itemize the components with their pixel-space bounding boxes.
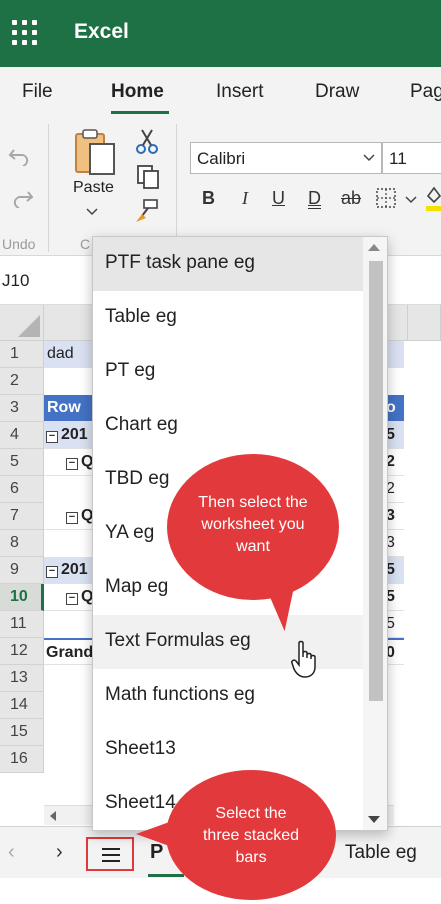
sheet-list-item[interactable]: PT eg — [93, 345, 363, 399]
active-tab-indicator — [111, 111, 169, 114]
chevron-down-icon[interactable] — [86, 208, 98, 216]
grand-total-cell[interactable]: Grand — [44, 638, 94, 665]
undo-icon[interactable] — [8, 144, 34, 166]
row-header[interactable]: 6 — [0, 476, 44, 503]
sheet-list-item[interactable]: PTF task pane eg — [93, 237, 363, 291]
borders-icon[interactable] — [375, 187, 397, 209]
ribbon-tabs: File Home Insert Draw Pag — [0, 67, 441, 116]
redo-icon[interactable] — [8, 186, 34, 208]
scrollbar-thumb[interactable] — [369, 261, 383, 701]
tab-file[interactable]: File — [22, 81, 53, 103]
sheet-tab-table-eg[interactable]: Table eg — [345, 842, 417, 864]
group-divider — [48, 124, 49, 252]
row-header[interactable]: 12 — [0, 638, 44, 665]
all-sheets-button[interactable] — [86, 837, 134, 871]
strikethrough-button[interactable]: ab — [341, 188, 361, 209]
font-size-value: 11 — [389, 149, 407, 168]
row-header[interactable]: 15 — [0, 719, 44, 746]
italic-button[interactable]: I — [242, 188, 248, 209]
scroll-left-icon[interactable] — [48, 810, 58, 822]
collapse-icon[interactable]: − — [46, 566, 58, 578]
tab-home[interactable]: Home — [111, 81, 164, 103]
sheet-list-item[interactable]: Table eg — [93, 291, 363, 345]
app-launcher-icon[interactable] — [12, 20, 38, 46]
font-name-value: Calibri — [197, 149, 246, 168]
pivot-group-cell[interactable]: −201 — [44, 422, 94, 449]
row-header[interactable]: 2 — [0, 368, 44, 395]
dropdown-scrollbar[interactable] — [363, 237, 387, 830]
row-header[interactable]: 7 — [0, 503, 44, 530]
scroll-down-icon[interactable] — [368, 816, 380, 823]
instruction-callout-top: Then select the worksheet you want — [167, 454, 339, 600]
cell-text: 201 — [61, 561, 88, 578]
cut-icon[interactable] — [136, 128, 158, 154]
font-name-select[interactable]: Calibri — [190, 142, 382, 174]
row-header[interactable]: 11 — [0, 611, 44, 638]
fill-color-icon[interactable] — [424, 182, 441, 212]
pivot-subgroup-cell[interactable]: − Q — [44, 503, 94, 530]
column-header[interactable] — [408, 305, 441, 341]
copy-icon[interactable] — [136, 164, 160, 190]
sheet-list-item[interactable]: Text Formulas eg — [93, 615, 363, 669]
title-bar: Excel — [0, 0, 441, 67]
prev-sheet-button[interactable]: ‹ — [8, 841, 15, 864]
chevron-down-icon[interactable] — [405, 196, 417, 204]
row-header[interactable]: 14 — [0, 692, 44, 719]
tab-draw[interactable]: Draw — [315, 81, 359, 103]
row-header[interactable]: 3 — [0, 395, 44, 422]
row-header[interactable]: 8 — [0, 530, 44, 557]
collapse-icon[interactable]: − — [46, 431, 58, 443]
sheet-list-item[interactable]: Math functions eg — [93, 669, 363, 723]
callout-text: Then select the worksheet you want — [198, 494, 308, 555]
scroll-up-icon[interactable] — [368, 244, 380, 251]
instruction-callout-bottom: Select the three stacked bars — [166, 770, 336, 900]
paste-icon[interactable] — [74, 128, 118, 178]
tab-page-layout[interactable]: Pag — [410, 81, 441, 103]
cell-text: 201 — [61, 426, 88, 443]
row-header[interactable]: 4 — [0, 422, 44, 449]
bold-button[interactable]: B — [202, 188, 215, 209]
group-divider — [176, 124, 177, 252]
double-underline-button[interactable]: D — [308, 188, 321, 209]
collapse-icon[interactable]: − — [66, 593, 78, 605]
row-header[interactable]: 1 — [0, 341, 44, 368]
name-box[interactable]: J10 — [2, 271, 29, 291]
cell[interactable]: dad — [44, 341, 94, 368]
tab-insert[interactable]: Insert — [216, 81, 264, 103]
sheet-list-item[interactable]: Sheet13 — [93, 723, 363, 777]
underline-button[interactable]: U — [272, 188, 285, 209]
collapse-icon[interactable]: − — [66, 512, 78, 524]
pivot-header-cell[interactable]: Row — [44, 395, 94, 422]
column-header[interactable] — [44, 305, 94, 341]
undo-group-label: Undo — [2, 236, 36, 252]
format-painter-icon[interactable] — [134, 198, 160, 224]
pivot-group-cell[interactable]: −201 — [44, 557, 94, 584]
font-size-select[interactable]: 11 — [382, 142, 441, 174]
collapse-icon[interactable]: − — [66, 458, 78, 470]
row-header[interactable]: 5 — [0, 449, 44, 476]
row-header[interactable]: 16 — [0, 746, 44, 773]
next-sheet-button[interactable]: › — [56, 841, 63, 864]
paste-label[interactable]: Paste — [73, 179, 114, 197]
pivot-subgroup-cell[interactable]: − Q — [44, 584, 94, 611]
pivot-subgroup-cell[interactable]: − Q — [44, 449, 94, 476]
select-all-corner[interactable] — [0, 305, 44, 341]
chevron-down-icon — [363, 154, 375, 162]
callout-text: Select the three stacked bars — [202, 805, 300, 866]
clipboard-group-label: C — [80, 236, 91, 252]
app-title: Excel — [74, 20, 129, 43]
ribbon: Undo Paste C Calibri 11 B I U D ab — [0, 116, 441, 256]
row-header[interactable]: 9 — [0, 557, 44, 584]
active-sheet-indicator — [148, 874, 184, 877]
row-header[interactable]: 13 — [0, 665, 44, 692]
hand-cursor-icon — [291, 640, 316, 678]
sheet-list-item[interactable]: Chart eg — [93, 399, 363, 453]
row-header-selected[interactable]: 10 — [0, 584, 44, 611]
